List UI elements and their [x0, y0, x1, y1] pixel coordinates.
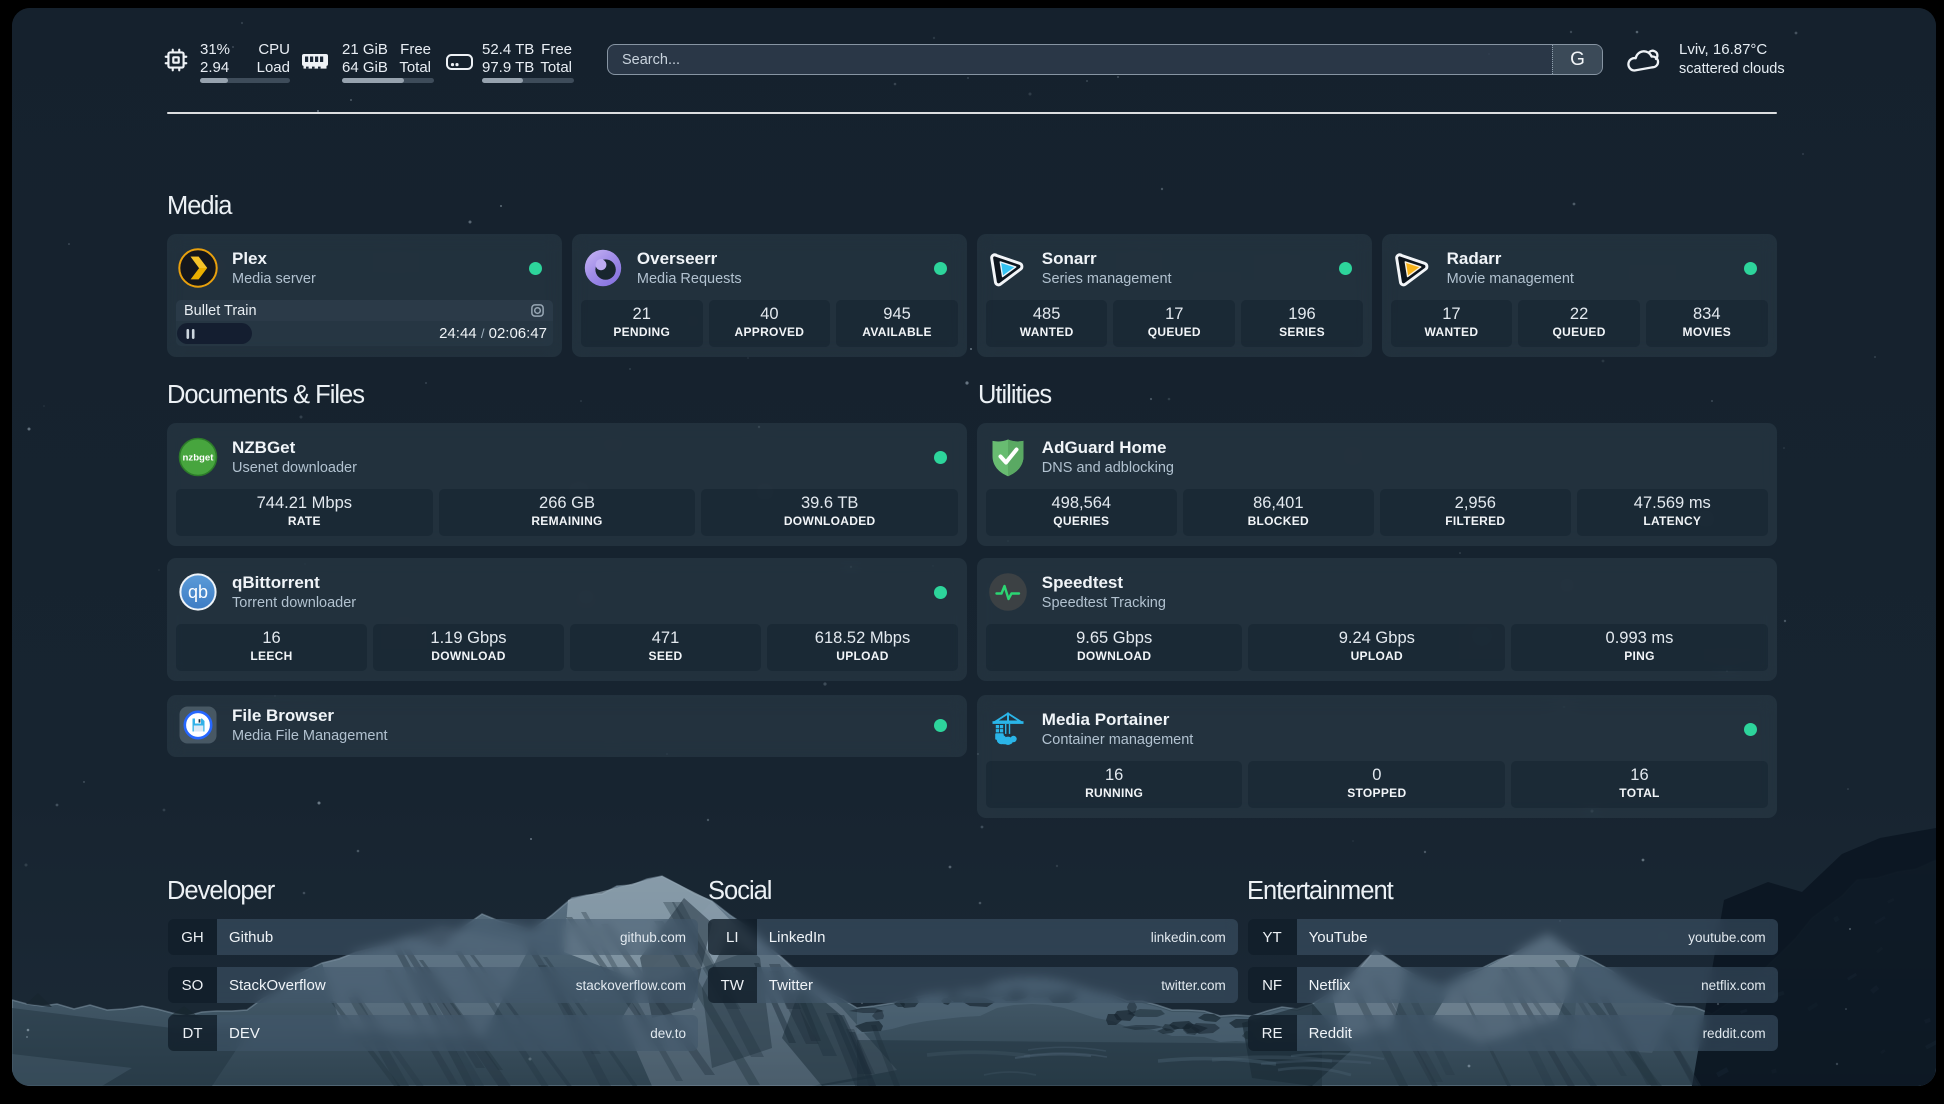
svg-text:nzbget: nzbget	[183, 453, 215, 464]
svg-text:qb: qb	[188, 582, 208, 602]
